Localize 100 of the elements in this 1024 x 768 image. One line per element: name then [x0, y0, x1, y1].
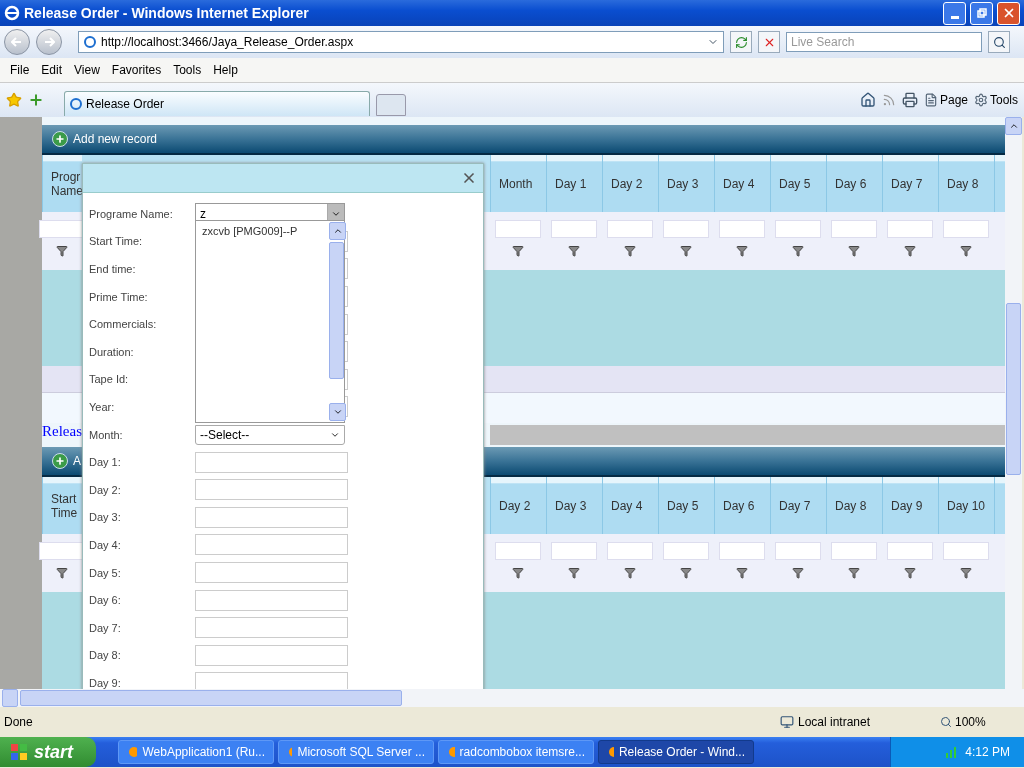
column-header[interactable]: Day 3	[546, 477, 602, 534]
column-header[interactable]: Day 2	[490, 477, 546, 534]
dropdown-item[interactable]: zxcvb [PMG009]--P	[202, 225, 323, 237]
back-button[interactable]	[4, 29, 30, 55]
filter-icon[interactable]	[960, 567, 972, 579]
menu-item[interactable]: File	[4, 63, 36, 77]
scroll-up-button[interactable]	[1005, 117, 1022, 135]
add-icon[interactable]	[52, 453, 68, 469]
menu-item[interactable]: Edit	[35, 63, 69, 77]
filter-field[interactable]	[495, 542, 541, 560]
filter-field[interactable]	[719, 542, 765, 560]
filter-field[interactable]	[607, 542, 653, 560]
input-field[interactable]	[195, 644, 348, 666]
filter-icon[interactable]	[792, 567, 804, 579]
filter-icon[interactable]	[624, 567, 636, 579]
filter-field[interactable]	[887, 220, 933, 238]
filter-icon[interactable]	[792, 245, 804, 257]
filter-icon[interactable]	[568, 245, 580, 257]
filter-icon[interactable]	[848, 245, 860, 257]
scroll-thumb[interactable]	[329, 242, 344, 379]
column-header[interactable]: Day 6	[714, 477, 770, 534]
input-field[interactable]	[195, 672, 348, 689]
filter-field[interactable]	[663, 220, 709, 238]
input-field[interactable]	[195, 534, 348, 556]
column-header[interactable]: Day 8	[938, 155, 994, 212]
page-link[interactable]: Releas	[42, 423, 82, 439]
filter-icon[interactable]	[960, 245, 972, 257]
scroll-thumb[interactable]	[20, 690, 402, 706]
column-header[interactable]: Day 8	[826, 477, 882, 534]
refresh-button[interactable]	[730, 31, 752, 53]
filter-icon[interactable]	[512, 245, 524, 257]
column-header[interactable]: Month	[490, 155, 546, 212]
page-menu[interactable]: Page	[923, 93, 968, 107]
filter-field[interactable]	[607, 220, 653, 238]
input-field[interactable]	[195, 589, 348, 611]
column-header[interactable]: Start Time	[42, 477, 82, 534]
tools-menu[interactable]: Tools	[974, 93, 1018, 107]
filter-field[interactable]	[775, 542, 821, 560]
filter-field[interactable]	[719, 220, 765, 238]
search-field[interactable]: Live Search	[786, 32, 982, 52]
taskbar-button[interactable]: radcombobox itemsre...	[438, 740, 594, 764]
feed-icon[interactable]	[881, 93, 896, 107]
filter-field[interactable]	[887, 542, 933, 560]
restore-button[interactable]	[970, 1, 993, 25]
filter-icon[interactable]	[680, 567, 692, 579]
filter-icon[interactable]	[736, 567, 748, 579]
input-field[interactable]	[195, 479, 348, 501]
menu-item[interactable]: View	[68, 63, 106, 77]
filter-field[interactable]	[495, 220, 541, 238]
close-button[interactable]	[997, 1, 1020, 25]
filter-field[interactable]	[39, 220, 85, 238]
new-tab-button[interactable]	[376, 94, 406, 116]
column-header[interactable]: Day 4	[602, 477, 658, 534]
stop-button[interactable]	[758, 31, 780, 53]
taskbar-button[interactable]: WebApplication1 (Ru...	[118, 740, 274, 764]
filter-icon[interactable]	[904, 245, 916, 257]
column-header[interactable]: Day 5	[770, 155, 826, 212]
filter-icon[interactable]	[680, 245, 692, 257]
browser-tab[interactable]: Release Order	[64, 90, 370, 116]
filter-field[interactable]	[39, 542, 85, 560]
input-field[interactable]	[195, 506, 348, 528]
input-field[interactable]	[195, 617, 348, 639]
column-header[interactable]	[994, 477, 1005, 534]
column-header[interactable]: Progr Name	[42, 155, 82, 212]
filter-icon[interactable]	[568, 567, 580, 579]
taskbar-button[interactable]: Microsoft SQL Server ...	[278, 740, 434, 764]
taskbar-button[interactable]: Release Order - Wind...	[598, 740, 754, 764]
filter-field[interactable]	[663, 542, 709, 560]
filter-icon[interactable]	[56, 245, 68, 257]
input-field[interactable]	[195, 562, 348, 583]
print-icon[interactable]	[901, 92, 918, 108]
forward-button[interactable]	[36, 29, 62, 55]
scroll-left-button[interactable]	[2, 689, 18, 707]
address-field[interactable]: http://localhost:3466/Jaya_Release_Order.aspx	[78, 31, 724, 53]
filter-icon[interactable]	[56, 567, 68, 579]
search-button[interactable]	[988, 31, 1010, 53]
select-field[interactable]: --Select--	[195, 424, 345, 445]
filter-icon[interactable]	[904, 567, 916, 579]
filter-field[interactable]	[551, 220, 597, 238]
column-header[interactable]: Day 4	[714, 155, 770, 212]
scroll-down-button[interactable]	[329, 403, 346, 421]
column-header[interactable]: Day 7	[882, 155, 938, 212]
add-favorite-icon[interactable]	[28, 92, 44, 108]
filter-field[interactable]	[831, 542, 877, 560]
menu-item[interactable]: Tools	[167, 63, 208, 77]
star-icon[interactable]	[6, 92, 22, 108]
vertical-scrollbar[interactable]	[1005, 117, 1022, 689]
zoom-control[interactable]: 100%	[940, 715, 1020, 729]
add-record-link[interactable]: Add new record	[73, 132, 158, 146]
filter-field[interactable]	[831, 220, 877, 238]
scroll-up-button[interactable]	[329, 222, 346, 240]
column-header[interactable]: Day 5	[658, 477, 714, 534]
input-field[interactable]	[195, 451, 348, 473]
filter-field[interactable]	[551, 542, 597, 560]
column-header[interactable]	[994, 155, 1005, 212]
add-record-link[interactable]: A	[73, 454, 81, 468]
filter-icon[interactable]	[736, 245, 748, 257]
column-header[interactable]: Day 10	[938, 477, 994, 534]
filter-icon[interactable]	[624, 245, 636, 257]
filter-field[interactable]	[943, 542, 989, 560]
